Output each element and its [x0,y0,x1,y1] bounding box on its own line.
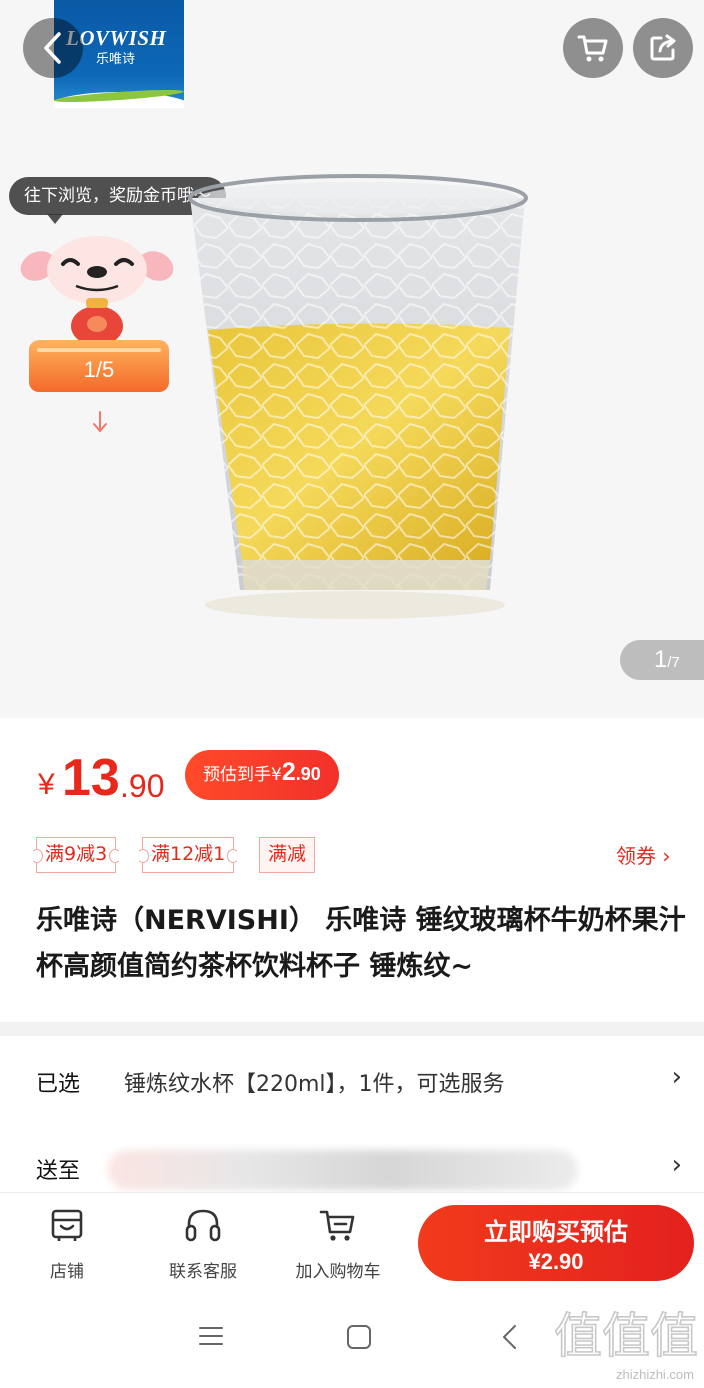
price-decimal: .90 [120,768,165,804]
browse-reward-progress[interactable]: 1/5 [29,340,169,392]
image-counter: 1/7 [620,640,704,680]
image-counter-total: /7 [667,654,680,671]
watermark-text: 值值值 [554,1308,698,1364]
promo-tag[interactable]: 满减 [259,837,316,873]
section-divider [0,1022,704,1036]
bottom-action-bar: 店铺 联系客服 加入购物车 立即购买预估 ¥2.90 [0,1192,704,1292]
watermark-url: zhizhizhi.com [615,1367,694,1382]
product-photo-glass [188,174,528,619]
cart-icon [577,35,608,62]
blurred-address [108,1150,578,1190]
customer-service-button[interactable]: 联系客服 [148,1201,258,1282]
product-title: 乐唯诗（NERVISHI） 乐唯诗 锤纹玻璃杯牛奶杯果汁杯高颜值简约茶杯饮料杯子… [36,905,686,982]
chevron-right-icon: › [671,1150,682,1180]
estimated-price-label: 预估到手 [203,765,271,785]
image-counter-current: 1 [654,646,668,673]
coupon-tag[interactable]: 满9减3 [30,837,122,873]
selected-spec-value: 锤炼纹水杯【220ml】，1件，可选服务 [124,1072,505,1097]
selected-label: 已选 [36,1072,81,1097]
arrow-down-icon [93,411,107,433]
price-card: ¥ 13 .90 预估到手 ¥2.90 满9减3 满12减1 满减 领券 › 乐唯… [0,718,704,1022]
estimated-price-decimal: .90 [295,764,321,784]
shipping-label: 送至 [36,1159,81,1184]
estimated-price-integer: 2 [281,758,296,786]
selected-spec-row[interactable]: 已选 锤炼纹水杯【220ml】，1件，可选服务 › [0,1040,704,1120]
cart-icon [319,1210,355,1241]
add-to-cart-button[interactable]: 加入购物车 [283,1201,393,1282]
buy-now-button[interactable]: 立即购买预估 ¥2.90 [418,1205,694,1281]
customer-service-label: 联系客服 [169,1262,237,1282]
menu-icon[interactable] [198,1324,224,1348]
brand-logo-cn: 乐唯诗 [96,52,136,67]
price-currency: ¥ [38,768,55,801]
chevron-left-icon [44,32,61,64]
estimated-price-badge[interactable]: 预估到手 ¥2.90 [185,750,339,800]
headset-icon [185,1209,221,1242]
add-to-cart-label: 加入购物车 [295,1262,381,1282]
shipping-address-row[interactable]: 送至 › [0,1128,704,1194]
price-integer: 13 [62,749,120,807]
get-coupon-link[interactable]: 领券 › [616,840,670,869]
store-button[interactable]: 店铺 [12,1201,122,1282]
system-navigation-bar: 值值值 zhizhizhi.com [0,1292,704,1388]
store-icon [51,1209,83,1241]
cart-button[interactable] [563,18,623,78]
chevron-right-icon: › [671,1062,682,1092]
store-label: 店铺 [50,1262,84,1282]
back-button[interactable] [23,18,83,78]
share-button[interactable] [633,18,693,78]
product-image-gallery[interactable]: LOVWISH 乐唯诗 往下浏览，奖励金币哦～ 1/5 1/7 [0,0,704,718]
estimated-price-currency: ¥ [271,765,282,785]
coupon-tag[interactable]: 满12减1 [136,837,240,873]
mascot-dog-icon[interactable] [18,228,176,348]
buy-now-price: ¥2.90 [528,1249,584,1274]
share-icon [650,34,676,61]
home-icon[interactable] [346,1324,372,1350]
back-icon[interactable] [500,1324,520,1350]
buy-now-label: 立即购买预估 [484,1218,628,1246]
